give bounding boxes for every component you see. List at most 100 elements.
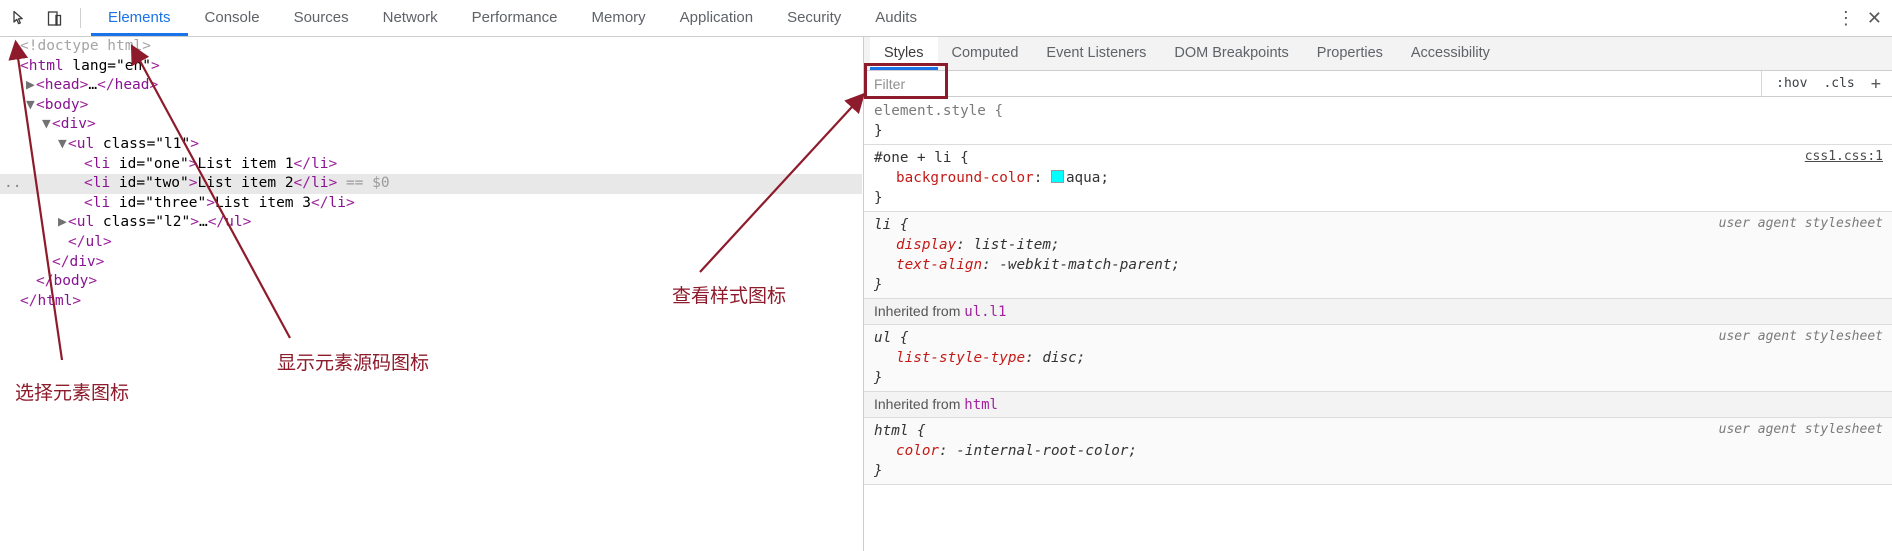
dom-node-markup: <head>…</head> (36, 77, 159, 94)
new-style-rule-button[interactable]: + (1871, 74, 1881, 94)
dom-node-markup: </body> (36, 273, 98, 290)
expand-twisty[interactable]: ▼ (58, 135, 68, 155)
css-rule-html-ua[interactable]: user agent stylesheet html {color: -inter… (864, 418, 1892, 485)
styles-tab-highlight (864, 63, 948, 99)
css-rule-close: } (874, 370, 883, 386)
tab-accessibility[interactable]: Accessibility (1397, 37, 1504, 70)
dom-node-li-two[interactable]: .. <li id="two">List item 2</li> == $0 (0, 174, 862, 194)
expand-twisty[interactable]: ▶ (58, 213, 68, 233)
css-property: display (896, 237, 957, 253)
dom-node-markup: </div> (52, 253, 105, 270)
inherited-label: Inherited from (874, 303, 965, 319)
css-rule-element-style[interactable]: element.style {} (864, 98, 1892, 145)
filter-input[interactable]: Filter (874, 76, 1761, 92)
css-value: disc; (1042, 350, 1086, 366)
expand-twisty[interactable]: ▶ (26, 76, 36, 96)
dom-tree-list: <!doctype html> <html lang="en"> ▶<head>…<… (0, 37, 862, 311)
tab-memory[interactable]: Memory (575, 0, 663, 36)
device-toolbar-icon[interactable] (40, 4, 68, 32)
dom-node-ul-l1[interactable]: ▼<ul class="l1"> (0, 135, 862, 155)
inspect-element-icon[interactable] (6, 4, 34, 32)
inherited-heading-inherited-html: Inherited from html (864, 392, 1892, 418)
close-icon[interactable]: ✕ (1867, 8, 1886, 29)
expand-twisty[interactable]: ▼ (26, 96, 36, 116)
dom-node-li-one[interactable]: <li id="one">List item 1</li> (0, 155, 862, 175)
css-value: -webkit-match-parent; (999, 257, 1181, 273)
dom-node-ul-l2[interactable]: ▶<ul class="l2">…</ul> (0, 213, 862, 233)
dom-node-markup: <ul class="l1"> (68, 135, 199, 152)
css-rule-one-plus-li[interactable]: css1.css:1 #one + li {background-color: a… (864, 145, 1892, 212)
toolbar-right-controls: ⋮ ✕ (1825, 8, 1892, 29)
dom-node-body[interactable]: ▼<body> (0, 96, 862, 116)
toolbar-divider (80, 8, 81, 28)
stylesheet-origin: user agent stylesheet (1718, 216, 1883, 231)
css-rule-close: } (874, 463, 883, 479)
css-property: background-color (896, 170, 1034, 186)
dom-node-markup: <div> (52, 116, 96, 133)
dom-node-li-three[interactable]: <li id="three">List item 3</li> (0, 194, 862, 214)
dom-node-markup: </ul> (68, 233, 112, 250)
styles-panel: Styles Computed Event Listeners DOM Brea… (863, 37, 1892, 551)
css-value: list-item; (973, 237, 1060, 253)
tab-elements[interactable]: Elements (91, 0, 188, 36)
tab-security[interactable]: Security (770, 0, 858, 36)
css-declaration[interactable]: color: -internal-root-color; (864, 441, 1892, 461)
tab-computed[interactable]: Computed (938, 37, 1033, 70)
css-rule-close: } (874, 123, 883, 139)
tab-sources[interactable]: Sources (277, 0, 366, 36)
stylesheet-origin: user agent stylesheet (1718, 422, 1883, 437)
expand-twisty[interactable]: ▼ (42, 115, 52, 135)
css-declaration[interactable]: list-style-type: disc; (864, 348, 1892, 368)
dom-node-markup: </html> (20, 292, 82, 309)
dom-node-head[interactable]: ▶<head>…</head> (0, 76, 862, 96)
css-selector[interactable]: element.style { (864, 101, 1892, 121)
css-rule-li-ua[interactable]: user agent stylesheet li {display: list-i… (864, 212, 1892, 299)
dom-node-markup: <li id="one">List item 1</li> (84, 155, 338, 172)
more-options-icon[interactable]: ⋮ (1825, 8, 1867, 29)
stylesheet-origin: user agent stylesheet (1718, 329, 1883, 344)
inherited-label: Inherited from (874, 396, 965, 412)
dom-node-markup: <html lang="en"> (20, 57, 160, 74)
tab-dom-breakpoints[interactable]: DOM Breakpoints (1160, 37, 1302, 70)
css-declaration[interactable]: background-color: aqua; (864, 168, 1892, 188)
tab-properties[interactable]: Properties (1303, 37, 1397, 70)
css-selector[interactable]: #one + li { (864, 148, 1892, 168)
selected-node-marker: .. (4, 175, 22, 192)
color-swatch[interactable] (1050, 170, 1064, 183)
css-rule-close: } (874, 277, 883, 293)
stylesheet-link[interactable]: css1.css:1 (1805, 149, 1883, 164)
dom-node-div-close[interactable]: </div> (0, 253, 862, 273)
dom-node-markup: <li id="three">List item 3</li> (84, 194, 355, 211)
annotation-view-styles: 查看样式图标 (672, 285, 787, 307)
dom-node-doctype[interactable]: <!doctype html> (0, 37, 862, 57)
cls-toggle-button[interactable]: .cls (1823, 76, 1854, 91)
styles-toggle-group: :hov .cls + (1761, 70, 1892, 97)
css-declaration[interactable]: display: list-item; (864, 235, 1892, 255)
dom-node-markup: <!doctype html> (20, 38, 151, 54)
annotation-show-source: 显示元素源码图标 (277, 352, 430, 374)
dom-node-div[interactable]: ▼<div> (0, 115, 862, 135)
inherited-source-element[interactable]: html (964, 397, 998, 413)
tab-application[interactable]: Application (663, 0, 770, 36)
devtools-toolbar: Elements Console Sources Network Perform… (0, 0, 1892, 37)
tab-audits[interactable]: Audits (858, 0, 934, 36)
css-property: text-align (896, 257, 983, 273)
annotation-select-element: 选择元素图标 (15, 382, 130, 404)
devtools-window: Elements Console Sources Network Perform… (0, 0, 1892, 551)
hov-toggle-button[interactable]: :hov (1776, 76, 1807, 91)
dom-node-markup: <ul class="l2">…</ul> (68, 214, 252, 231)
tab-console[interactable]: Console (188, 0, 277, 36)
css-rule-ul-ua[interactable]: user agent stylesheet ul {list-style-type… (864, 325, 1892, 392)
css-value: aqua; (1065, 170, 1109, 186)
tab-event-listeners[interactable]: Event Listeners (1032, 37, 1160, 70)
dom-node-markup: <body> (36, 96, 89, 113)
tab-network[interactable]: Network (366, 0, 455, 36)
css-rule-close: } (874, 190, 883, 206)
css-declaration[interactable]: text-align: -webkit-match-parent; (864, 255, 1892, 275)
dom-node-ul-close[interactable]: </ul> (0, 233, 862, 253)
css-rules-list: element.style {} css1.css:1 #one + li {bac… (864, 98, 1892, 551)
inherited-source-element[interactable]: ul.l1 (964, 304, 1006, 320)
tab-performance[interactable]: Performance (455, 0, 575, 36)
dom-node-html[interactable]: <html lang="en"> (0, 57, 862, 77)
inherited-heading-inherited-ul-l1: Inherited from ul.l1 (864, 299, 1892, 325)
